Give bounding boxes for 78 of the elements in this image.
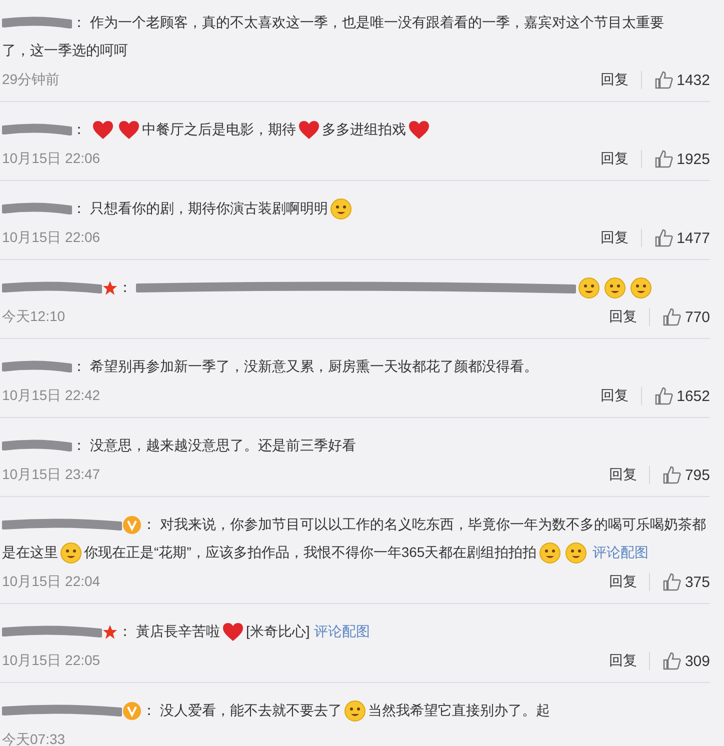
emoji-face-icon (564, 542, 587, 564)
reply-link[interactable]: 回复 (608, 573, 650, 591)
scribble-drawing (2, 16, 72, 30)
like-button[interactable]: 1925 (654, 149, 710, 169)
comment-time: 10月15日 22:06 (2, 229, 102, 247)
comment-text: 对我来说，你参加节目可以以工作的名义吃东西，毕竟你一年为数不多的喝可乐喝奶茶都 (160, 516, 706, 532)
reply-link[interactable]: 回复 (608, 466, 650, 484)
colon: ： (72, 121, 86, 137)
heart-icon (298, 120, 320, 140)
comment-text: 当然我希望它直接别办了。起 (368, 702, 550, 718)
comment-text: 没意思，越来越没意思了。还是前三季好看 (90, 437, 356, 453)
comment-text: 作为一个老顾客，真的不太喜欢这一季，也是唯一没有跟着看的一季，嘉宾对这个节目太重要 (90, 14, 664, 30)
reply-link[interactable]: 回复 (600, 71, 642, 89)
emoji-face-icon (630, 277, 652, 300)
colon: ： (142, 516, 156, 532)
verified-icon (122, 701, 142, 722)
emoji-face-icon (604, 277, 626, 300)
like-button[interactable]: 795 (662, 465, 710, 485)
thumbs-up-icon (654, 386, 674, 406)
like-button[interactable]: 770 (662, 307, 710, 327)
colon: ： (72, 358, 86, 374)
like-button[interactable]: 1477 (654, 228, 710, 248)
colon: ： (142, 702, 156, 718)
comment-text: 希望别再参加新一季了，没新意又累，厨房熏一天妆都花了颜都没得看。 (90, 358, 538, 374)
comment-text: 了，这一季选的呵呵 (2, 42, 128, 58)
comment-time: 10月15日 22:42 (2, 387, 102, 405)
comment-text: 只想看你的剧，期待你演古装剧啊明明 (90, 200, 328, 216)
colon: ： (72, 437, 86, 453)
like-button[interactable]: 375 (662, 572, 710, 592)
like-button[interactable]: 309 (662, 651, 710, 671)
comment-time: 29分钟前 (2, 71, 61, 89)
heart-icon (222, 622, 244, 642)
comment-time: 10月15日 23:47 (2, 466, 102, 484)
scribble-drawing (2, 439, 72, 454)
colon: ： (72, 14, 86, 30)
verified-icon (122, 515, 142, 536)
like-button[interactable]: 1652 (654, 386, 710, 406)
reply-link[interactable]: 回复 (600, 229, 642, 247)
reply-link[interactable]: 回复 (600, 387, 642, 405)
like-button[interactable]: 1432 (654, 70, 710, 90)
comment-time: 10月15日 22:04 (2, 573, 102, 591)
emoji-face-icon (538, 542, 561, 564)
comment-text: 多多进组拍戏 (322, 121, 406, 137)
scribble-drawing (2, 123, 72, 138)
comment-time: 今天07:33 (2, 731, 66, 746)
thumbs-up-icon (662, 307, 682, 327)
emoji-face-icon (60, 542, 82, 564)
comment-text: 没人爱看，能不去就不要去了 (160, 702, 342, 718)
thumbs-up-icon (662, 651, 682, 671)
star-icon (102, 624, 118, 640)
comment-time: 10月15日 22:05 (2, 652, 102, 670)
emoji-face-icon (578, 277, 600, 300)
comment-time: 今天12:10 (2, 308, 66, 326)
scribble-drawing (2, 202, 72, 216)
scribble-drawing (2, 360, 72, 374)
star-icon (102, 280, 118, 296)
comment-text: 你现在正是“花期”，应该多拍作品，我恨不得你一年365天都在剧组拍拍拍 (84, 544, 537, 560)
colon: ： (72, 200, 86, 216)
thumbs-up-icon (654, 228, 674, 248)
emoji-face-icon (330, 198, 352, 220)
thumbs-up-icon (662, 465, 682, 485)
reply-link[interactable]: 回复 (608, 652, 650, 670)
emoji-face-icon (344, 700, 366, 722)
heart-icon (408, 120, 430, 140)
heart-icon (92, 120, 114, 140)
colon: ： (118, 623, 132, 639)
thumbs-up-icon (662, 572, 682, 592)
comment-text: 中餐厅之后是电影，期待 (142, 121, 296, 137)
comment-time: 10月15日 22:06 (2, 150, 102, 168)
reply-link[interactable]: 回复 (600, 150, 642, 168)
thumbs-up-icon (654, 70, 674, 90)
comment-text: 黃店長辛苦啦 (136, 623, 220, 639)
heart-icon (118, 120, 140, 140)
thumbs-up-icon (654, 149, 674, 169)
comment-text: [米奇比心] (246, 623, 310, 639)
reply-link[interactable]: 回复 (608, 308, 650, 326)
comment-text: 是在这里 (2, 544, 58, 560)
colon: ： (118, 279, 132, 295)
